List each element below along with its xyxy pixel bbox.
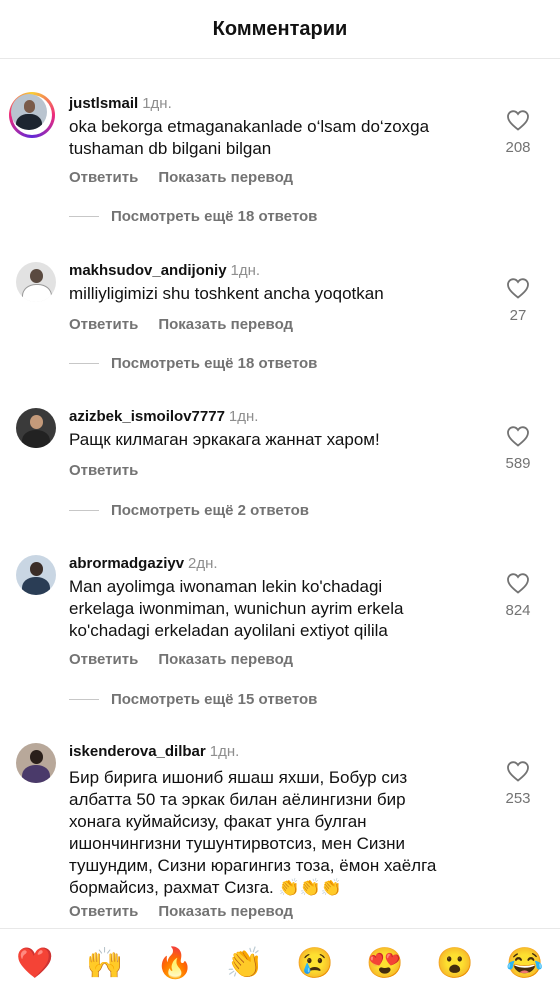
view-replies-button[interactable]: Посмотреть ещё 18 ответов bbox=[69, 208, 317, 225]
like-count: 253 bbox=[505, 790, 531, 807]
heart-icon bbox=[507, 761, 529, 782]
like-count: 27 bbox=[509, 307, 527, 324]
reply-button[interactable]: Ответить bbox=[69, 316, 138, 333]
comment-username[interactable]: makhsudov_andijoniy bbox=[69, 262, 227, 279]
like-count: 589 bbox=[505, 455, 531, 472]
comment-time: 1дн. bbox=[142, 95, 172, 112]
comment-time: 1дн. bbox=[230, 262, 261, 279]
surprised-emoji-button[interactable]: 😮 bbox=[436, 947, 473, 981]
like-button[interactable]: 208 bbox=[496, 109, 540, 156]
quick-reaction-bar: ❤️ 🙌 🔥 👏 😢 😍 😮 😂 bbox=[0, 928, 560, 1007]
like-count: 208 bbox=[505, 139, 531, 156]
reply-button[interactable]: Ответить bbox=[69, 169, 138, 186]
like-button[interactable]: 27 bbox=[496, 277, 540, 324]
fire-emoji-button[interactable]: 🔥 bbox=[156, 947, 193, 981]
laughing-emoji-button[interactable]: 😂 bbox=[506, 947, 543, 981]
raised-hands-emoji-button[interactable]: 🙌 bbox=[86, 947, 123, 981]
comment-username[interactable]: abrormadgaziyv bbox=[69, 555, 184, 572]
clapping-emoji-button[interactable]: 👏 bbox=[226, 947, 263, 981]
heart-icon bbox=[507, 110, 529, 131]
comment-text: Бир бирига ишониб яшаш яхши, Бобур сиз а… bbox=[69, 768, 437, 897]
heart-eyes-emoji-button[interactable]: 😍 bbox=[366, 947, 403, 981]
show-translation-button[interactable]: Показать перевод bbox=[158, 169, 293, 186]
reply-button[interactable]: Ответить bbox=[69, 903, 138, 920]
show-translation-button[interactable]: Показать перевод bbox=[158, 316, 293, 333]
show-translation-button[interactable]: Показать перевод bbox=[158, 903, 293, 920]
like-count: 824 bbox=[505, 602, 531, 619]
like-button[interactable]: 824 bbox=[496, 572, 540, 619]
view-replies-button[interactable]: Посмотреть ещё 2 ответов bbox=[69, 502, 309, 519]
heart-icon bbox=[507, 573, 529, 594]
avatar[interactable] bbox=[16, 408, 56, 448]
show-translation-button[interactable]: Показать перевод bbox=[158, 651, 293, 668]
view-replies-button[interactable]: Посмотреть ещё 18 ответов bbox=[69, 355, 317, 372]
comment-time: 1дн. bbox=[228, 408, 259, 425]
comment-time: 1дн. bbox=[209, 743, 240, 760]
crying-emoji-button[interactable]: 😢 bbox=[296, 947, 333, 981]
comment-username[interactable]: azizbek_ismoilov7777 bbox=[69, 408, 225, 425]
comment-text: oka bekorga etmaganakanlade o‘lsam do‘zo… bbox=[69, 117, 430, 158]
comment-text: Man ayolimga iwonaman lekin ko'chadagi e… bbox=[69, 577, 404, 640]
page-title: Комментарии bbox=[212, 17, 348, 40]
avatar[interactable] bbox=[16, 555, 56, 595]
comment-text: Ращк килмаган эркакага жаннат харом! bbox=[69, 430, 380, 449]
heart-emoji-button[interactable]: ❤️ bbox=[16, 947, 53, 981]
avatar[interactable] bbox=[9, 92, 55, 138]
reply-button[interactable]: Ответить bbox=[69, 462, 138, 479]
view-replies-button[interactable]: Посмотреть ещё 15 ответов bbox=[69, 691, 317, 708]
like-button[interactable]: 253 bbox=[496, 760, 540, 807]
avatar[interactable] bbox=[16, 743, 56, 783]
comment-text: milliyligimizi shu toshkent ancha yoqotk… bbox=[69, 284, 384, 303]
comment-username[interactable]: iskenderova_dilbar bbox=[69, 743, 206, 760]
heart-icon bbox=[507, 426, 529, 447]
avatar[interactable] bbox=[16, 262, 56, 302]
like-button[interactable]: 589 bbox=[496, 425, 540, 472]
comment-time: 2дн. bbox=[188, 555, 218, 572]
comment-username[interactable]: justlsmail bbox=[69, 95, 138, 112]
heart-icon bbox=[507, 278, 529, 299]
reply-button[interactable]: Ответить bbox=[69, 651, 138, 668]
header: Комментарии bbox=[0, 0, 560, 59]
